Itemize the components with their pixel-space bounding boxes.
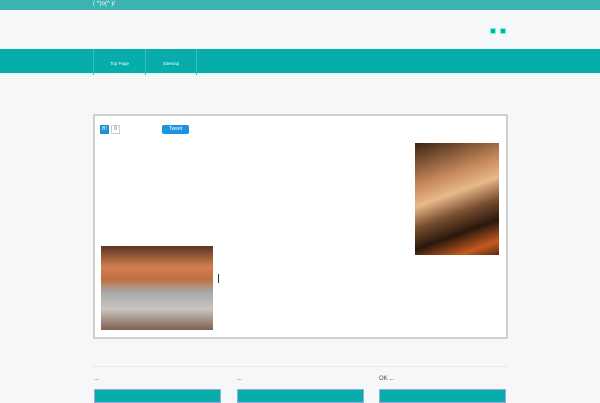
column-title: ... (94, 376, 100, 382)
social-icon[interactable] (490, 28, 496, 34)
main-nav: Top Page Sitemap (0, 49, 600, 75)
related-column[interactable]: ... (94, 376, 221, 403)
post-content: B! 0 Tweet (93, 114, 508, 339)
text-cursor (218, 274, 219, 283)
nav-sitemap[interactable]: Sitemap (145, 49, 197, 75)
nav-top-page[interactable]: Top Page (93, 49, 145, 75)
top-bar: ( ^)o(^ )/ (0, 0, 600, 10)
divider (93, 366, 508, 367)
related-column[interactable]: OK ... (379, 376, 506, 403)
hatena-bookmark-button[interactable]: B! (100, 125, 109, 134)
related-column[interactable]: ... (237, 376, 364, 403)
site-tagline: ( ^)o(^ )/ (93, 1, 115, 7)
oven-image (415, 143, 499, 255)
column-title: OK ... (379, 376, 395, 382)
bread-image (101, 246, 213, 330)
column-thumb[interactable] (94, 389, 221, 403)
tweet-button[interactable]: Tweet (162, 125, 189, 134)
header (0, 10, 600, 49)
column-title: ... (237, 376, 243, 382)
hatena-count: 0 (111, 125, 120, 134)
column-thumb[interactable] (379, 389, 506, 403)
column-thumb[interactable] (237, 389, 364, 403)
social-icon[interactable] (500, 28, 506, 34)
